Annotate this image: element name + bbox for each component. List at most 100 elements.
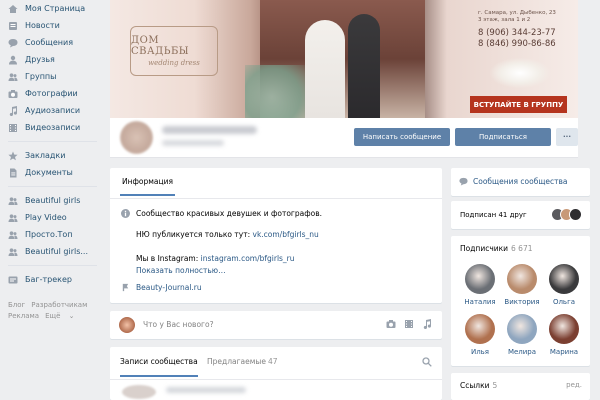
search-icon[interactable] bbox=[422, 357, 432, 367]
star-icon bbox=[8, 151, 18, 161]
sidebar-item-documents[interactable]: Документы bbox=[0, 164, 105, 181]
community-cover: ДОМ СВАДЬБЫ wedding dress г. Самара, ул.… bbox=[110, 0, 578, 118]
sidebar-item-group-4[interactable]: Beautiful girls... bbox=[0, 243, 105, 260]
tab-information[interactable]: Информация bbox=[120, 168, 176, 196]
sidebar-item-groups[interactable]: Группы bbox=[0, 68, 105, 85]
sidebar-item-messages[interactable]: Сообщения bbox=[0, 34, 105, 51]
subscriber-name: Илья bbox=[470, 348, 490, 356]
new-post-box[interactable]: Что у Вас нового? bbox=[110, 311, 442, 339]
friends-subscribed-card[interactable]: Подписан 41 друг bbox=[451, 201, 590, 229]
subscribe-button[interactable]: Подписаться bbox=[455, 128, 551, 146]
sidebar-item-group-3[interactable]: Просто.Топ bbox=[0, 226, 105, 243]
sidebar-item-label: Новости bbox=[25, 21, 60, 30]
sidebar-item-group-1[interactable]: Beautiful girls bbox=[0, 192, 105, 209]
sidebar-item-photos[interactable]: Фотографии bbox=[0, 85, 105, 102]
site-link[interactable]: Beauty-Journal.ru bbox=[136, 283, 202, 292]
footer-link-blog[interactable]: Блог bbox=[8, 301, 25, 309]
sidebar-item-friends[interactable]: Друзья bbox=[0, 51, 105, 68]
footer-link-developers[interactable]: Разработчикам bbox=[31, 301, 87, 309]
more-actions-button[interactable]: ··· bbox=[556, 128, 578, 146]
subscriber-name: Ольга bbox=[552, 298, 576, 306]
suggested-count: 47 bbox=[267, 357, 278, 366]
show-more-link[interactable]: Показать полностью… bbox=[136, 266, 226, 275]
camera-icon[interactable] bbox=[386, 319, 396, 329]
divider bbox=[110, 198, 442, 199]
news-icon bbox=[8, 21, 18, 31]
subscriber-item[interactable]: Марина bbox=[542, 314, 586, 356]
cover-address: г. Самара, ул. Дыбенко, 23 3 этаж, зала … bbox=[478, 10, 556, 23]
cover-phones: 8 (906) 344-23-77 8 (846) 990-86-86 bbox=[478, 28, 556, 50]
footer-link-ads[interactable]: Реклама bbox=[8, 312, 39, 320]
subscriber-item[interactable]: Ольга bbox=[542, 264, 586, 306]
sidebar-item-audio[interactable]: Аудиозаписи bbox=[0, 102, 105, 119]
sidebar-item-label: Моя Страница bbox=[25, 4, 86, 13]
join-group-banner-button[interactable]: ВСТУПАЙТЕ В ГРУППУ bbox=[470, 96, 567, 113]
sidebar-item-my-page[interactable]: Моя Страница bbox=[0, 0, 105, 17]
links-card: Ссылки 5 ред. bbox=[451, 373, 590, 400]
sidebar-item-video[interactable]: Видеозаписи bbox=[0, 119, 105, 136]
tab-community-posts[interactable]: Записи сообщества bbox=[120, 347, 198, 377]
cover-bride bbox=[305, 20, 345, 118]
users-icon bbox=[8, 72, 18, 82]
sidebar-divider bbox=[8, 141, 97, 142]
cover-bouquet bbox=[490, 58, 550, 88]
sidebar-item-label: Документы bbox=[25, 168, 73, 177]
music-icon[interactable] bbox=[422, 319, 432, 329]
send-message-button[interactable]: Написать сообщение bbox=[354, 128, 450, 146]
message-icon bbox=[459, 177, 468, 186]
sidebar-item-bookmarks[interactable]: Закладки bbox=[0, 147, 105, 164]
message-icon bbox=[8, 38, 18, 48]
wall-section: Записи сообщества Предлагаемые 47 bbox=[110, 347, 442, 400]
footer-link-more[interactable]: Ещё ⌄ bbox=[45, 312, 74, 320]
subscriber-item[interactable]: Наталия bbox=[458, 264, 502, 306]
community-avatar[interactable] bbox=[120, 121, 153, 154]
links-header[interactable]: Ссылки 5 bbox=[460, 381, 497, 390]
subscriber-item[interactable]: Мелира bbox=[500, 314, 544, 356]
left-sidebar: Моя Страница Новости Сообщения Друзья Группы… bbox=[0, 0, 105, 400]
avatar bbox=[465, 314, 495, 344]
brand-name: ДОМ СВАДЬБЫ bbox=[131, 35, 190, 57]
sidebar-item-label: Фотографии bbox=[25, 89, 78, 98]
community-messages-link[interactable]: Сообщения сообщества bbox=[473, 177, 568, 186]
subscriber-name: Виктория bbox=[504, 298, 540, 306]
avatar bbox=[507, 264, 537, 294]
cover-groom bbox=[348, 14, 380, 118]
info-card: Информация Сообщество красивых девушек и… bbox=[110, 168, 442, 303]
instagram-line: Мы в Instagram: instagram.com/bfgirls_ru bbox=[136, 254, 295, 263]
cover-phone-1: 8 (906) 344-23-77 bbox=[478, 28, 556, 38]
sidebar-item-news[interactable]: Новости bbox=[0, 17, 105, 34]
video-icon[interactable] bbox=[404, 319, 414, 329]
link-icon bbox=[122, 283, 129, 292]
tab-suggested[interactable]: Предлагаемые 47 bbox=[207, 347, 277, 377]
subscriber-name: Мелира bbox=[507, 348, 537, 356]
sidebar-item-group-2[interactable]: Play Video bbox=[0, 209, 105, 226]
sidebar-item-bug-tracker[interactable]: Баг-трекер bbox=[0, 271, 105, 288]
community-messages-card[interactable]: Сообщения сообщества bbox=[451, 168, 590, 196]
avatar bbox=[507, 314, 537, 344]
cover-phone-2: 8 (846) 990-86-86 bbox=[478, 39, 556, 49]
sidebar-item-label: Beautiful girls bbox=[25, 196, 81, 205]
sidebar-divider bbox=[8, 186, 97, 187]
avatar bbox=[569, 208, 582, 221]
sidebar-item-label: Beautiful girls... bbox=[25, 247, 89, 256]
users-icon bbox=[8, 213, 18, 223]
film-icon bbox=[8, 123, 18, 133]
subscriber-item[interactable]: Виктория bbox=[500, 264, 544, 306]
instagram-link[interactable]: instagram.com/bfgirls_ru bbox=[201, 254, 295, 263]
friends-subscribed-label: Подписан 41 друг bbox=[460, 211, 527, 219]
subscribers-header[interactable]: Подписчики 6 671 bbox=[460, 244, 533, 253]
camera-icon bbox=[8, 89, 18, 99]
links-edit-link[interactable]: ред. bbox=[566, 381, 582, 389]
post-avatar-blurred bbox=[122, 385, 156, 399]
nu-link[interactable]: vk.com/bfgirls_nu bbox=[253, 230, 319, 239]
bug-icon bbox=[8, 275, 18, 285]
sidebar-item-label: Просто.Топ bbox=[25, 230, 73, 239]
sidebar-footer: Блог Разработчикам Реклама Ещё ⌄ bbox=[0, 300, 105, 322]
sidebar-item-label: Баг-трекер bbox=[25, 275, 72, 284]
nu-line: НЮ публикуется только тут: vk.com/bfgirl… bbox=[136, 230, 319, 239]
user-icon bbox=[8, 55, 18, 65]
sidebar-item-label: Play Video bbox=[25, 213, 67, 222]
subscriber-item[interactable]: Илья bbox=[458, 314, 502, 356]
user-avatar bbox=[119, 317, 135, 333]
new-post-input[interactable]: Что у Вас нового? bbox=[143, 320, 214, 329]
